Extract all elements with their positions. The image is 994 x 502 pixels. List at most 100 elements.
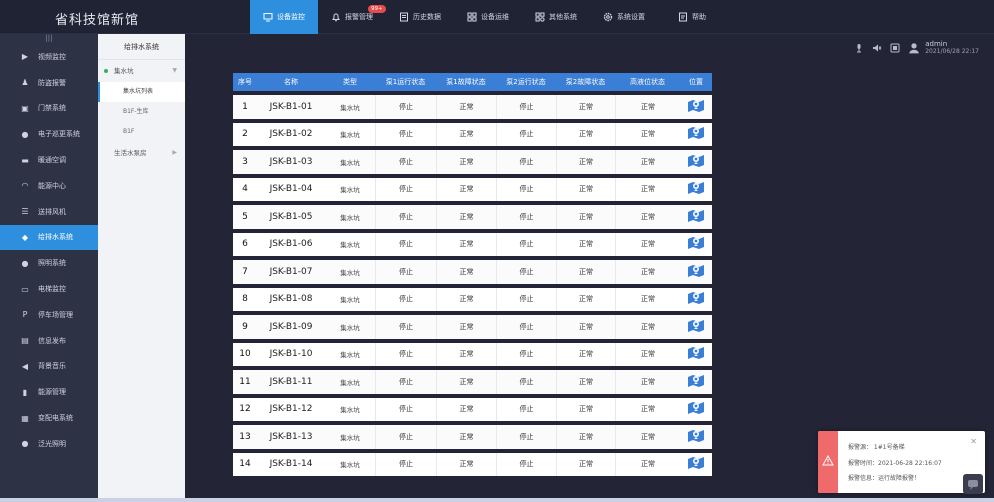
alarm-count-badge: 99+: [368, 5, 386, 13]
cell-high-level: 正常: [615, 370, 680, 394]
fullscreen-icon[interactable]: [890, 43, 900, 53]
cell-high-level: 正常: [615, 425, 680, 449]
submenu-group-pump-room[interactable]: 生活水泵房 ▶: [98, 142, 185, 164]
monitor-icon: [263, 13, 273, 22]
sidebar-item-floodlight[interactable]: ● 泛光照明: [0, 431, 98, 457]
map-location-icon[interactable]: [687, 345, 705, 361]
table-row[interactable]: 14 JSK-B1-14 集水坑 停止 正常 停止 正常 正常: [233, 452, 712, 476]
map-location-icon[interactable]: [687, 235, 705, 251]
map-location-icon[interactable]: [687, 373, 705, 389]
table-row[interactable]: 8 JSK-B1-08 集水坑 停止 正常 停止 正常 正常: [233, 287, 712, 311]
table-row[interactable]: 1 JSK-B1-01 集水坑 停止 正常 停止 正常 正常: [233, 95, 712, 119]
sidebar-item-hvac[interactable]: ▬ 暖通空调: [0, 147, 98, 173]
cell-pump2-fault: 正常: [556, 260, 615, 284]
table-row[interactable]: 12 JSK-B1-12 集水坑 停止 正常 停止 正常 正常: [233, 397, 712, 421]
sidebar-item-intrusion[interactable]: ♟ 防盗报警: [0, 70, 98, 96]
cell-location: [680, 122, 712, 146]
map-location-icon[interactable]: [687, 98, 705, 114]
sidebar-item-water[interactable]: ◆ 给排水系统: [0, 224, 98, 251]
map-location-icon[interactable]: [687, 428, 705, 444]
nav-device-monitor[interactable]: 设备监控: [250, 0, 318, 34]
mute-icon[interactable]: [872, 43, 882, 53]
nav-other-systems[interactable]: 其他系统: [522, 0, 590, 34]
sidebar-item-parking[interactable]: P 停车场管理: [0, 302, 98, 328]
close-icon[interactable]: ✕: [970, 437, 977, 446]
cell-pump2-run: 停止: [496, 425, 556, 449]
map-location-icon[interactable]: [687, 318, 705, 334]
table-row[interactable]: 4 JSK-B1-04 集水坑 停止 正常 停止 正常 正常: [233, 177, 712, 201]
sidebar-item-fans[interactable]: ☰ 送排风机: [0, 199, 98, 225]
avatar-icon[interactable]: [908, 42, 920, 54]
cell-pump1-fault: 正常: [436, 177, 496, 201]
help-icon: [679, 12, 687, 22]
bell-icon: [332, 13, 340, 22]
cell-no: 2: [233, 122, 257, 146]
video-icon: ▶: [21, 52, 29, 62]
sidebar-item-label: 电梯监控: [38, 285, 66, 294]
table-row[interactable]: 7 JSK-B1-07 集水坑 停止 正常 停止 正常 正常: [233, 260, 712, 284]
cell-type: 集水坑: [325, 150, 375, 174]
cell-pump1-run: 停止: [375, 122, 436, 146]
map-location-icon[interactable]: [687, 208, 705, 224]
sidebar-item-info[interactable]: ▤ 信息发布: [0, 328, 98, 354]
sidebar-item-energy-mgmt[interactable]: ▮ 能源管理: [0, 379, 98, 405]
table-row[interactable]: 9 JSK-B1-09 集水坑 停止 正常 停止 正常 正常: [233, 315, 712, 339]
nav-history[interactable]: 历史数据: [386, 0, 454, 34]
sidebar-collapse-handle[interactable]: |||: [0, 34, 98, 44]
nav-maintenance[interactable]: 设备运维: [454, 0, 522, 34]
cell-type: 集水坑: [325, 95, 375, 119]
sidebar-item-music[interactable]: ◀ 背景音乐: [0, 354, 98, 380]
submenu-item-b1f-store[interactable]: B1F-生库: [98, 102, 185, 122]
map-location-icon[interactable]: [687, 153, 705, 169]
light-icon: ●: [21, 258, 29, 268]
cell-no: 10: [233, 342, 257, 366]
cell-name: JSK-B1-13: [257, 425, 325, 449]
table-row[interactable]: 5 JSK-B1-05 集水坑 停止 正常 停止 正常 正常: [233, 205, 712, 229]
cell-no: 8: [233, 287, 257, 311]
submenu-group-sump[interactable]: 集水坑 ▼: [98, 60, 185, 82]
cell-pump2-run: 停止: [496, 287, 556, 311]
submenu-group-label: 集水坑: [114, 67, 134, 75]
submenu-item-sump-list[interactable]: 集水坑列表: [98, 82, 185, 102]
table-row[interactable]: 6 JSK-B1-06 集水坑 停止 正常 停止 正常 正常: [233, 232, 712, 256]
sidebar-item-elevator[interactable]: ▭ 电梯监控: [0, 276, 98, 302]
map-location-icon[interactable]: [687, 180, 705, 196]
cell-high-level: 正常: [615, 232, 680, 256]
table-row[interactable]: 11 JSK-B1-11 集水坑 停止 正常 停止 正常 正常: [233, 370, 712, 394]
cell-pump2-fault: 正常: [556, 315, 615, 339]
cell-pump2-run: 停止: [496, 232, 556, 256]
nav-settings[interactable]: 系统设置: [590, 0, 658, 34]
microphone-icon[interactable]: [854, 43, 864, 53]
hvac-icon: ▬: [21, 155, 29, 165]
sidebar-item-patrol[interactable]: ● 电子巡更系统: [0, 121, 98, 147]
chat-button[interactable]: [963, 474, 983, 494]
submenu-item-b1f[interactable]: B1F: [98, 122, 185, 142]
map-location-icon[interactable]: [687, 125, 705, 141]
table-row[interactable]: 13 JSK-B1-13 集水坑 停止 正常 停止 正常 正常: [233, 425, 712, 449]
cell-name: JSK-B1-11: [257, 370, 325, 394]
sidebar-item-video[interactable]: ▶ 视频监控: [0, 44, 98, 70]
cell-pump2-run: 停止: [496, 205, 556, 229]
map-location-icon[interactable]: [687, 290, 705, 306]
chevron-right-icon: ▶: [172, 149, 177, 156]
map-location-icon[interactable]: [687, 400, 705, 416]
col-header-type: 类型: [325, 73, 375, 91]
cell-no: 5: [233, 205, 257, 229]
sidebar-item-power[interactable]: ▦ 变配电系统: [0, 405, 98, 431]
cell-pump1-run: 停止: [375, 425, 436, 449]
map-location-icon[interactable]: [687, 455, 705, 471]
nav-help[interactable]: 帮助: [658, 0, 726, 34]
cell-high-level: 正常: [615, 95, 680, 119]
info-icon: ▤: [21, 336, 29, 346]
sidebar-item-lighting[interactable]: ● 照明系统: [0, 250, 98, 276]
nav-alarm[interactable]: 报警管理 99+: [318, 0, 386, 34]
cell-pump1-fault: 正常: [436, 342, 496, 366]
sidebar-item-access[interactable]: ▣ 门禁系统: [0, 96, 98, 122]
map-location-icon[interactable]: [687, 263, 705, 279]
elevator-icon: ▭: [21, 284, 29, 294]
table-row[interactable]: 2 JSK-B1-02 集水坑 停止 正常 停止 正常 正常: [233, 122, 712, 146]
table-row[interactable]: 10 JSK-B1-10 集水坑 停止 正常 停止 正常 正常: [233, 342, 712, 366]
table-row[interactable]: 3 JSK-B1-03 集水坑 停止 正常 停止 正常 正常: [233, 150, 712, 174]
cell-name: JSK-B1-04: [257, 177, 325, 201]
sidebar-item-energy-center[interactable]: ◠ 能源中心: [0, 173, 98, 199]
